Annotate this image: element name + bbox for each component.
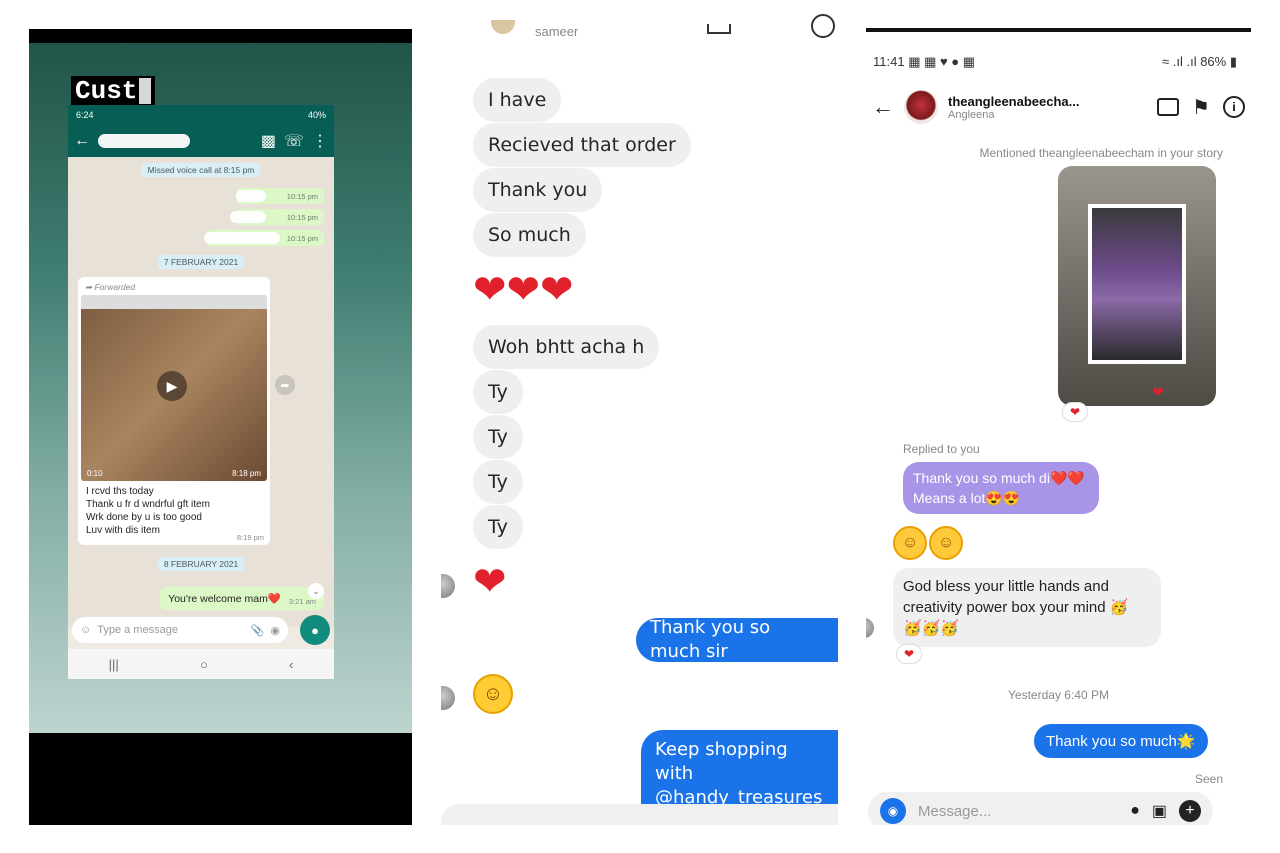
status-time: 6:24 (76, 110, 94, 120)
hugging-emoji: ☺ (929, 526, 963, 560)
forwarded-label: ➦ Forwarded (85, 282, 136, 292)
overlay-label: Cust (71, 76, 156, 106)
add-icon[interactable]: + (1179, 800, 1201, 822)
received-message: Thank you (473, 168, 603, 212)
chat-header: ← ▩ ☏ ⋮ (68, 125, 334, 157)
play-icon[interactable]: ▶ (157, 371, 187, 401)
contact-name-redacted[interactable] (98, 134, 190, 148)
missed-call-notice: Missed voice call at 8:15 pm (141, 163, 261, 177)
timestamp: Yesterday 6:40 PM (1008, 688, 1109, 702)
bottom-black-area (29, 733, 412, 825)
recents-icon[interactable]: ||| (109, 657, 119, 672)
reply-message: Thank you so much di❤️❤️ Means a lot😍😍 (903, 462, 1099, 514)
back-icon[interactable]: ‹ (289, 657, 293, 672)
received-message: Ty (473, 460, 523, 504)
video-time: 8:18 pm (232, 469, 261, 478)
message-input[interactable]: ☺ Type a message 📎 ◉ (72, 617, 288, 643)
emoji-icon[interactable]: ☺ (80, 624, 91, 636)
scroll-down-icon[interactable]: ⌄ (308, 583, 324, 599)
avatar[interactable] (904, 90, 938, 124)
username[interactable]: theangleenabeecha... (948, 94, 1147, 109)
instagram-chat-panel-1: sameer I have Recieved that order Thank … (441, 0, 838, 825)
received-message: Ty (473, 370, 523, 414)
info-icon[interactable] (811, 14, 835, 38)
chat-body: Missed voice call at 8:15 pm 10:15 pm 10… (68, 157, 334, 627)
chat-header: ← theangleenabeecha... Angleena ⚑ i (866, 84, 1251, 130)
more-options-icon[interactable]: ⋮ (312, 131, 328, 151)
heart-emoji: ❤ (473, 560, 507, 604)
top-black-bar (29, 29, 412, 43)
status-battery: ≈ .ıl .ıl 86% ▮ (1162, 54, 1237, 69)
back-arrow-icon[interactable]: ← (872, 94, 894, 120)
heart-icon: ❤ (1152, 384, 1164, 400)
avatar (866, 616, 876, 640)
sent-message: Thank you so much🌟 (1034, 724, 1208, 758)
received-message: Ty (473, 415, 523, 459)
instagram-chat-panel-2: 11:41 ▦ ▦ ♥ ● ▦ ≈ .ıl .ıl 86% ▮ ← theang… (866, 28, 1251, 825)
forward-share-icon[interactable]: ➦ (275, 375, 295, 395)
display-name: Angleena (948, 108, 995, 121)
video-call-icon[interactable] (707, 24, 731, 34)
status-time: 11:41 ▦ ▦ ♥ ● ▦ (873, 54, 976, 69)
redacted-text (236, 190, 266, 202)
message-input[interactable] (441, 804, 838, 825)
replied-label: Replied to you (903, 442, 980, 456)
flag-icon[interactable]: ⚑ (1189, 95, 1213, 120)
avatar (491, 20, 515, 34)
voice-call-icon[interactable]: ☏ (284, 131, 304, 151)
received-message: Woh bhtt acha h (473, 325, 660, 369)
sent-message: Thank you so much sir (636, 617, 838, 662)
smiling-emoji: ☺ (473, 674, 513, 714)
message-time: 8:19 pm (236, 533, 264, 542)
back-arrow-icon[interactable]: ← (74, 132, 90, 150)
gallery-icon[interactable]: ▣ (1152, 801, 1167, 821)
info-icon[interactable]: i (1223, 96, 1245, 118)
reaction-heart: ❤ (896, 644, 922, 664)
whatsapp-screenshot-panel: Cust 6:24 40% ← ▩ ☏ ⋮ Missed voice call … (29, 29, 412, 825)
status-bar: 6:24 40% (68, 105, 334, 125)
camera-icon[interactable]: ◉ (270, 624, 280, 637)
video-call-icon[interactable]: ▩ (261, 131, 276, 151)
message-input[interactable]: ◉ Message... ● ▣ + (868, 792, 1213, 825)
video-call-icon[interactable] (1157, 98, 1179, 116)
contact-name: sameer (535, 24, 579, 39)
android-nav-bar: ||| ○ ‹ (68, 649, 334, 679)
date-divider: 7 FEBRUARY 2021 (157, 255, 245, 269)
received-message: Recieved that order (473, 123, 691, 167)
video-duration: 0:10 (87, 469, 103, 478)
redacted-text (230, 211, 266, 223)
forwarded-video-message: ➦ Forwarded ▶ 0:10 8:18 pm I rcvd ths to… (78, 277, 270, 545)
hugging-emoji: ☺ (893, 526, 927, 560)
avatar (441, 572, 457, 600)
outgoing-message-welcome: You're welcome mam❤️ 3:21 am (160, 587, 324, 610)
reaction-heart: ❤ (1062, 402, 1088, 422)
seen-label: Seen (1194, 772, 1223, 786)
heart-emoji: ❤❤❤ (473, 268, 574, 312)
received-message: I have (473, 78, 562, 122)
received-message: God bless your little hands and creativi… (893, 568, 1161, 647)
message-text: I rcvd ths today Thank u fr d wndrful gf… (86, 486, 210, 536)
home-icon[interactable]: ○ (200, 657, 208, 672)
camera-icon[interactable]: ◉ (880, 798, 906, 824)
mic-icon[interactable]: ● (1130, 802, 1140, 820)
redacted-text (204, 232, 280, 244)
video-thumbnail[interactable]: ▶ 0:10 8:18 pm (81, 295, 267, 481)
attach-icon[interactable]: 📎 (251, 624, 265, 637)
status-battery: 40% (307, 110, 326, 120)
received-message: So much (473, 213, 586, 257)
mic-icon[interactable]: ● (300, 615, 330, 645)
story-preview[interactable]: ❤ (1058, 166, 1216, 406)
mention-notice: Mentioned theangleenabeecham in your sto… (979, 146, 1224, 160)
whatsapp-phone: 6:24 40% ← ▩ ☏ ⋮ Missed voice call at 8:… (68, 105, 334, 679)
received-message: Ty (473, 505, 523, 549)
avatar (441, 684, 457, 712)
date-divider: 8 FEBRUARY 2021 (157, 557, 245, 571)
